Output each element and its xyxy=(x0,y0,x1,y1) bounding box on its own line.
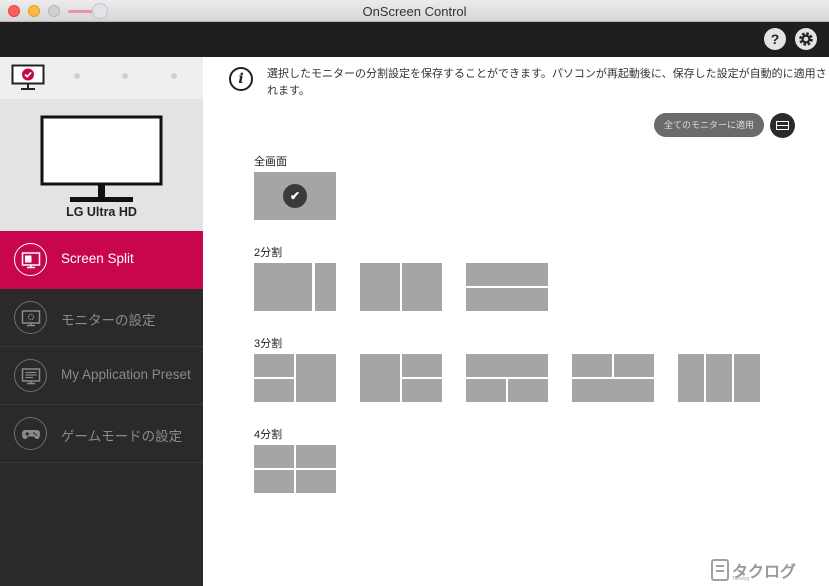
watermark-logo-icon xyxy=(711,559,729,581)
top-toolbar: ? xyxy=(0,22,829,57)
sidebar-item-screen-split[interactable]: Screen Split xyxy=(0,231,203,289)
check-icon: ✔ xyxy=(283,184,307,208)
layout-fullscreen[interactable]: ✔ xyxy=(254,172,336,220)
sidebar-item-label: モニターの設定 xyxy=(61,313,156,328)
screen-split-icon xyxy=(14,243,47,276)
help-button[interactable]: ? xyxy=(764,28,786,50)
section-label-4-split: 4分割 xyxy=(254,429,283,441)
section-label-2-split: 2分割 xyxy=(254,247,283,259)
layout-3-top-big[interactable] xyxy=(466,354,548,402)
monitor-tab-dot[interactable] xyxy=(171,73,177,79)
watermark-subtext: Takulog xyxy=(732,576,750,582)
layout-4-grid[interactable] xyxy=(254,445,336,493)
sidebar-item-game-mode[interactable]: ゲームモードの設定 xyxy=(0,405,203,463)
sidebar-item-label: My Application Preset xyxy=(61,367,191,382)
title-bar: OnScreen Control xyxy=(0,0,829,22)
monitor-illustration xyxy=(40,115,163,202)
layout-2-large-left[interactable] xyxy=(254,263,336,311)
monitor-settings-icon xyxy=(14,301,47,334)
gamepad-icon xyxy=(14,417,47,450)
info-message: 選択したモニターの分割設定を保存することができます。パソコンが再起動後に、保存し… xyxy=(267,68,827,97)
apply-all-monitors-button[interactable]: 全てのモニターに適用 xyxy=(654,113,764,137)
monitor-tab-dot[interactable] xyxy=(74,73,80,79)
layout-3-right-stack[interactable] xyxy=(360,354,442,402)
info-icon: i xyxy=(229,67,253,91)
monitor-selector xyxy=(0,57,203,99)
layout-3-bottom-big[interactable] xyxy=(572,354,654,402)
sidebar-item-label: ゲームモードの設定 xyxy=(61,429,183,444)
monitor-tab-selected[interactable] xyxy=(11,64,45,91)
layout-3-columns[interactable] xyxy=(678,354,760,402)
main-panel: i 選択したモニターの分割設定を保存することができます。パソコンが再起動後に、保… xyxy=(203,57,829,586)
section-label-3-split: 3分割 xyxy=(254,338,283,350)
layout-2-rows[interactable] xyxy=(466,263,548,311)
settings-button[interactable] xyxy=(795,28,817,50)
window-title: OnScreen Control xyxy=(362,4,467,19)
monitor-check-icon xyxy=(11,64,45,90)
layout-2-even-columns[interactable] xyxy=(360,263,442,311)
sidebar: LG Ultra HD Screen Split モニターの設定 My Appl… xyxy=(0,57,203,586)
sidebar-item-app-preset[interactable]: My Application Preset xyxy=(0,347,203,405)
section-label-fullscreen: 全画面 xyxy=(254,156,287,168)
monitor-preview: LG Ultra HD xyxy=(0,99,203,231)
monitor-name: LG Ultra HD xyxy=(66,205,137,219)
sidebar-item-label: Screen Split xyxy=(61,251,134,266)
sidebar-item-monitor-settings[interactable]: モニターの設定 xyxy=(0,289,203,347)
monitor-tab-dot[interactable] xyxy=(122,73,128,79)
app-preset-icon xyxy=(14,359,47,392)
layout-3-left-stack[interactable] xyxy=(254,354,336,402)
gear-icon xyxy=(799,32,813,46)
monitor-layout-icon[interactable] xyxy=(770,113,795,138)
watermark: タクログ Takulog xyxy=(710,556,828,584)
